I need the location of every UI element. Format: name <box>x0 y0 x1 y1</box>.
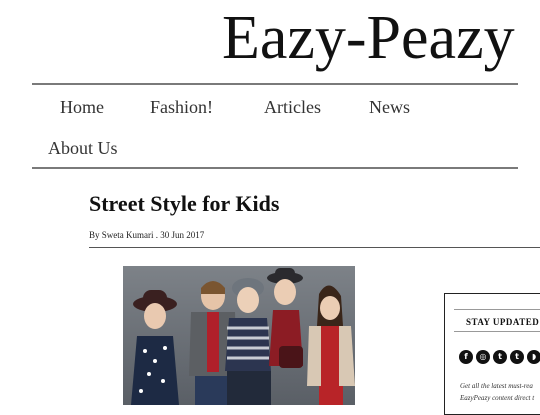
nav-fashion[interactable]: Fashion! <box>150 96 213 118</box>
post-title[interactable]: Street Style for Kids <box>89 191 279 217</box>
header-divider <box>32 83 518 85</box>
nav-news[interactable]: News <box>369 96 410 118</box>
sidebar-text-line2: EazyPeazy content direct t <box>460 394 535 402</box>
post-featured-image <box>123 266 355 405</box>
kids-photo-illustration <box>123 266 355 405</box>
facebook-icon[interactable]: f <box>459 350 473 364</box>
rss-icon[interactable]: ◗ <box>527 350 540 364</box>
instagram-icon[interactable]: ◎ <box>476 350 490 364</box>
nav-divider <box>32 167 518 169</box>
nav-home[interactable]: Home <box>60 96 104 118</box>
nav-articles[interactable]: Articles <box>264 96 321 118</box>
sidebar-title-rule-bottom <box>454 331 540 332</box>
tumblr-icon[interactable]: t <box>510 350 524 364</box>
byline-divider <box>89 247 540 248</box>
sidebar-title: STAY UPDATED <box>466 317 540 327</box>
nav-about-us[interactable]: About Us <box>48 137 118 159</box>
sidebar-title-rule-top <box>454 309 540 310</box>
sidebar-text-line1: Get all the latest must-rea <box>460 382 533 390</box>
twitter-icon[interactable]: t <box>493 350 507 364</box>
post-byline: By Sweta Kumari . 30 Jun 2017 <box>89 230 205 240</box>
site-logo[interactable]: Eazy-Peazy <box>222 4 515 72</box>
